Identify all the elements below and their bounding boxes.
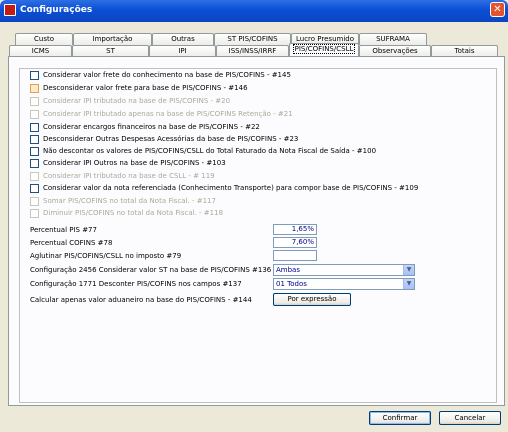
config1771-select[interactable]: 01 Todos ▼	[273, 278, 415, 290]
config1771-label: Configuração 1771 Desconter PIS/COFINS n…	[30, 280, 242, 288]
config1771-value: 01 Todos	[276, 280, 307, 288]
config2456-value: Ambas	[276, 266, 300, 274]
aglutinar-label: Aglutinar PIS/COFINS/CSLL no imposto #79	[30, 252, 182, 260]
checkbox-label: Considerar IPI tributado na base de CSLL…	[43, 172, 215, 180]
tab-importacao[interactable]: Importação	[73, 33, 152, 45]
checkbox-100[interactable]	[30, 147, 39, 156]
tab-pis-cofins-csll[interactable]: PIS/COFINS/CSLL	[289, 43, 359, 56]
por-expressao-button[interactable]: Por expressão	[273, 293, 351, 306]
tab-pis-cofins-csll-label: PIS/COFINS/CSLL	[292, 44, 356, 54]
checkbox-23[interactable]	[30, 135, 39, 144]
cofins-label: Percentual COFINS #78	[30, 239, 113, 247]
checkbox-22[interactable]	[30, 123, 39, 132]
checkbox-20	[30, 97, 39, 106]
checkbox-145[interactable]	[30, 71, 39, 80]
calcular-label: Calcular apenas valor aduaneiro na base …	[30, 296, 252, 304]
chevron-down-icon[interactable]: ▼	[403, 279, 414, 289]
title-bar: Configurações ✕	[0, 0, 508, 22]
checkbox-21	[30, 110, 39, 119]
checkbox-label: Considerar IPI tributado apenas na base …	[43, 110, 293, 118]
close-button[interactable]: ✕	[490, 2, 505, 17]
checkbox-label: Considerar IPI tributado na base de PIS/…	[43, 97, 231, 105]
app-icon	[4, 4, 16, 16]
settings-group: Considerar valor frete do conhecimento n…	[19, 68, 497, 403]
checkbox-109[interactable]	[30, 184, 39, 193]
tab-suframa[interactable]: SUFRAMA	[359, 33, 427, 45]
checkbox-label: Considerar valor da nota referenciada (C…	[43, 184, 419, 192]
checkbox-103[interactable]	[30, 159, 39, 168]
checkbox-label: Somar PIS/COFINS no total da Nota Fiscal…	[43, 197, 216, 205]
checkbox-label: Desconsiderar Outras Despesas Acessórias…	[43, 135, 299, 143]
checkbox-label: Considerar encargos financeiros na base …	[43, 123, 260, 131]
checkbox-label: Considerar valor frete do conhecimento n…	[43, 71, 291, 79]
checkbox-label: Diminuir PIS/COFINS no total da Nota Fis…	[43, 209, 224, 217]
pis-input[interactable]: 1,65%	[273, 224, 317, 235]
tab-panel: Considerar valor frete do conhecimento n…	[8, 56, 505, 406]
config2456-label: Configuração 2456 Considerar valor ST na…	[30, 266, 272, 274]
checkbox-label: Considerar IPI Outros na base de PIS/COF…	[43, 159, 226, 167]
checkbox-117	[30, 197, 39, 206]
cancel-button[interactable]: Cancelar	[439, 411, 501, 425]
checkbox-label: Desconsiderar valor frete para base de P…	[43, 84, 248, 92]
checkbox-119	[30, 172, 39, 181]
pis-label: Percentual PIS #77	[30, 226, 97, 234]
tab-custo[interactable]: Custo	[15, 33, 73, 45]
checkbox-118	[30, 209, 39, 218]
chevron-down-icon[interactable]: ▼	[403, 265, 414, 275]
checkbox-146[interactable]	[30, 84, 39, 93]
tab-st-pis-cofins[interactable]: ST PIS/COFINS	[214, 33, 291, 45]
checkbox-label: Não descontar os valores de PIS/COFINS/C…	[43, 147, 377, 155]
tab-outras[interactable]: Outras	[152, 33, 214, 45]
config2456-select[interactable]: Ambas ▼	[273, 264, 415, 276]
confirm-button[interactable]: Confirmar	[369, 411, 431, 425]
window-title: Configurações	[20, 5, 93, 15]
cofins-input[interactable]: 7,60%	[273, 237, 317, 248]
aglutinar-input[interactable]	[273, 250, 317, 261]
